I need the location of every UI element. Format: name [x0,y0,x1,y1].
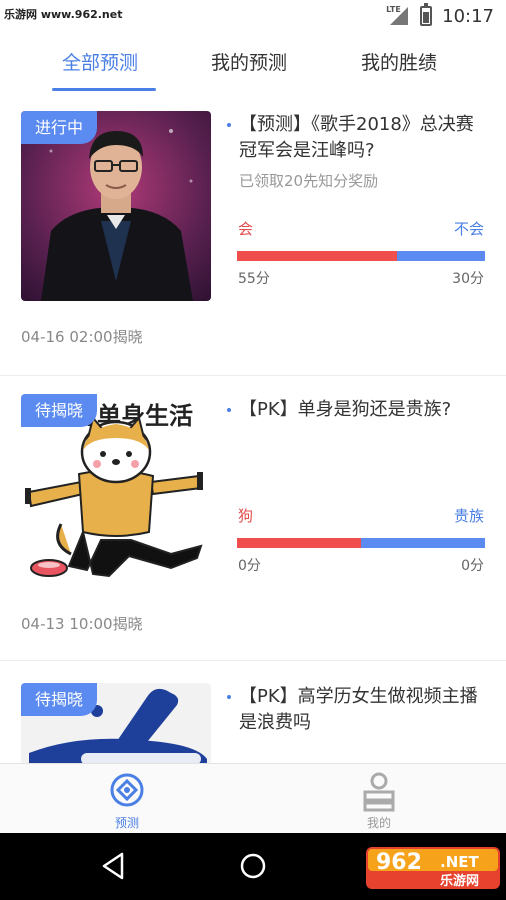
site-watermark: 乐游网 www.962.net [4,8,123,21]
status-badge: 进行中 [21,111,98,144]
bullet-dot [227,695,231,699]
score-left: 55分 [238,271,270,287]
nav-forecast[interactable]: 预测 [77,770,177,832]
nav-mine-label: 我的 [366,816,391,830]
score-left: 0分 [238,558,261,574]
vote-ratio-left-fill [237,251,398,261]
bottom-navigation: 预测 我的 [0,763,506,833]
tab-bar: 全部预测 我的预测 我的胜绩 [0,32,506,94]
option-right-label[interactable]: 不会 [454,218,484,239]
home-icon[interactable] [235,848,271,884]
nav-mine[interactable]: 我的 [329,770,429,832]
score-right: 30分 [452,271,484,287]
card-title[interactable]: 【PK】单身是狗还是贵族? [227,397,489,423]
system-nav-bar: 962 .NET 乐游网 [0,833,506,900]
tab-my-wins[interactable]: 我的胜绩 [361,48,437,75]
forecast-icon [110,773,144,807]
card-title[interactable]: 【PK】高学历女生做视频主播是浪费吗 [227,684,489,736]
prediction-card[interactable]: 的单身生活 待揭晓 【PK】单身是狗还是贵族? 狗 贵族 0分 0分 04-13… [0,377,506,661]
battery-icon [420,3,433,26]
prediction-card[interactable]: 进行中 【预测】《歌手2018》总决赛冠军会是汪峰吗? 已领取20先知分奖励 会… [0,94,506,376]
back-icon[interactable] [96,848,132,884]
option-right-label[interactable]: 贵族 [454,505,484,526]
active-tab-indicator [52,88,156,91]
tab-all-predictions[interactable]: 全部预测 [62,48,138,75]
option-left-label[interactable]: 会 [238,218,253,239]
vote-ratio-left-fill [237,538,361,548]
status-badge: 待揭晓 [21,394,98,427]
status-badge: 待揭晓 [21,683,98,716]
clock: 10:17 [442,5,494,27]
svg-text:962: 962 [376,850,422,875]
profile-icon [363,772,395,812]
tab-my-predictions[interactable]: 我的预测 [211,48,287,75]
score-right: 0分 [461,558,484,574]
option-left-label[interactable]: 狗 [238,505,253,526]
status-icons: LTE 10:17 [386,3,494,28]
vote-ratio-bar [237,251,485,261]
bullet-dot [227,408,231,412]
status-bar: 乐游网 www.962.net LTE 10:17 [0,0,506,32]
reveal-time: 04-16 02:00揭晓 [21,328,143,346]
site-logo: 962 .NET 乐游网 [366,847,500,889]
svg-text:乐游网: 乐游网 [440,873,479,889]
vote-ratio-bar [237,538,485,548]
bullet-dot [227,123,231,127]
prediction-card[interactable]: 待揭晓 【PK】高学历女生做视频主播是浪费吗 [0,662,506,793]
svg-text:.NET: .NET [440,853,479,871]
reward-note: 已领取20先知分奖励 [239,172,379,190]
reveal-time: 04-13 10:00揭晓 [21,615,143,633]
card-title[interactable]: 【预测】《歌手2018》总决赛冠军会是汪峰吗? [227,112,489,164]
lte-signal-icon: LTE [386,5,410,27]
nav-forecast-label: 预测 [114,816,139,830]
